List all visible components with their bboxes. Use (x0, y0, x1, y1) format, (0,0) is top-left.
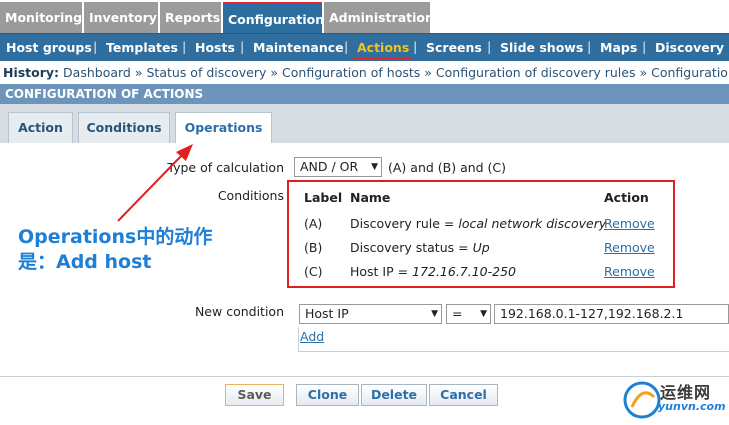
save-button[interactable]: Save (225, 384, 284, 406)
add-condition-link[interactable]: Add (300, 329, 324, 344)
annotation-text: Operations中的动作 是：Add host (18, 225, 233, 275)
menu-separator: | (182, 40, 187, 54)
remove-condition-link[interactable]: Remove (604, 216, 655, 231)
menu-separator: | (344, 40, 349, 54)
new-condition-box (298, 327, 729, 352)
condition-name: Host IP = 172.16.7.10-250 (350, 264, 517, 279)
breadcrumb: History: Dashboard » Status of discovery… (0, 62, 729, 83)
breadcrumb-item[interactable]: Configuration of actions (651, 65, 729, 80)
sub-menu: Host groups | Templates | Hosts | Mainte… (0, 33, 729, 61)
form-tab-strip: Action Conditions Operations (0, 104, 729, 145)
breadcrumb-item[interactable]: Configuration of discovery rules (436, 65, 636, 80)
menu-separator: | (487, 40, 492, 54)
tab-operations[interactable]: Operations (175, 112, 272, 145)
sub-menu-templates[interactable]: Templates (106, 34, 178, 61)
calculation-formula: (A) and (B) and (C) (388, 160, 507, 175)
annotation-line1: Operations中的动作 (18, 226, 213, 248)
clone-button[interactable]: Clone (296, 384, 359, 406)
remove-condition-link[interactable]: Remove (604, 240, 655, 255)
breadcrumb-separator: » (639, 65, 648, 80)
breadcrumb-item[interactable]: Status of discovery (147, 65, 267, 80)
condition-label: (A) (304, 216, 323, 231)
menu-separator: | (642, 40, 647, 54)
calculation-select-value: AND / OR (300, 159, 359, 174)
top-menu-monitoring[interactable]: Monitoring (0, 2, 82, 33)
calculation-select[interactable]: AND / OR ▼ (294, 157, 382, 177)
sub-menu-maintenance[interactable]: Maintenance (253, 34, 344, 61)
delete-button[interactable]: Delete (361, 384, 427, 406)
top-menu-inventory[interactable]: Inventory (84, 2, 158, 33)
condition-label: (C) (304, 264, 323, 279)
top-menu-configuration[interactable]: Configuration (223, 2, 324, 33)
sub-menu-discovery[interactable]: Discovery (655, 34, 724, 61)
menu-separator: | (413, 40, 418, 54)
sub-menu-hosts[interactable]: Hosts (195, 34, 235, 61)
conditions-header-label: Label (304, 190, 343, 205)
breadcrumb-label: History: (3, 65, 60, 80)
conditions-header-action: Action (604, 190, 649, 205)
remove-condition-link[interactable]: Remove (604, 264, 655, 279)
condition-name: Discovery rule = local network discovery (350, 216, 607, 231)
calculation-label: Type of calculation (167, 160, 284, 175)
chevron-down-icon: ▼ (371, 162, 378, 172)
button-bar: Save Clone Delete Cancel (0, 377, 729, 425)
chevron-down-icon: ▼ (480, 309, 487, 319)
new-condition-label: New condition (194, 304, 284, 319)
breadcrumb-item[interactable]: Dashboard (63, 65, 131, 80)
menu-separator: | (93, 40, 98, 54)
condition-operator-value: = (452, 306, 463, 321)
condition-type-select[interactable]: Host IP ▼ (299, 304, 442, 324)
tab-conditions[interactable]: Conditions (78, 112, 170, 144)
cancel-button[interactable]: Cancel (429, 384, 498, 406)
annotation-line2: 是：Add host (18, 251, 152, 273)
condition-label: (B) (304, 240, 323, 255)
condition-operator-select[interactable]: = ▼ (446, 304, 491, 324)
sub-menu-host-groups[interactable]: Host groups (6, 34, 92, 61)
top-menu: Monitoring Inventory Reports Configurati… (0, 0, 729, 33)
breadcrumb-item[interactable]: Configuration of hosts (282, 65, 420, 80)
conditions-header-name: Name (350, 190, 391, 205)
watermark-swirl-icon (623, 381, 661, 419)
condition-value-input[interactable]: 192.168.0.1-127,192.168.2.1 (494, 304, 729, 324)
sub-menu-maps[interactable]: Maps (600, 34, 637, 61)
breadcrumb-separator: » (134, 65, 143, 80)
chevron-down-icon: ▼ (431, 309, 438, 319)
conditions-table: Label Name Action (A) Discovery rule = l… (287, 180, 675, 288)
top-menu-administration[interactable]: Administration (324, 2, 434, 33)
breadcrumb-separator: » (270, 65, 279, 80)
sub-menu-actions[interactable]: Actions (353, 34, 413, 61)
watermark-line2: yunvn.com (658, 400, 726, 413)
watermark-logo: 运维网 yunvn.com (622, 374, 729, 425)
breadcrumb-separator: » (424, 65, 432, 80)
tab-action[interactable]: Action (8, 112, 73, 144)
condition-type-value: Host IP (305, 306, 349, 321)
conditions-label: Conditions (217, 188, 284, 203)
menu-separator: | (240, 40, 245, 54)
menu-separator: | (587, 40, 592, 54)
top-menu-reports[interactable]: Reports (160, 2, 221, 33)
condition-name: Discovery status = Up (350, 240, 490, 255)
page-title: CONFIGURATION OF ACTIONS (0, 84, 729, 104)
sub-menu-screens[interactable]: Screens (426, 34, 482, 61)
sub-menu-slide-shows[interactable]: Slide shows (500, 34, 583, 61)
